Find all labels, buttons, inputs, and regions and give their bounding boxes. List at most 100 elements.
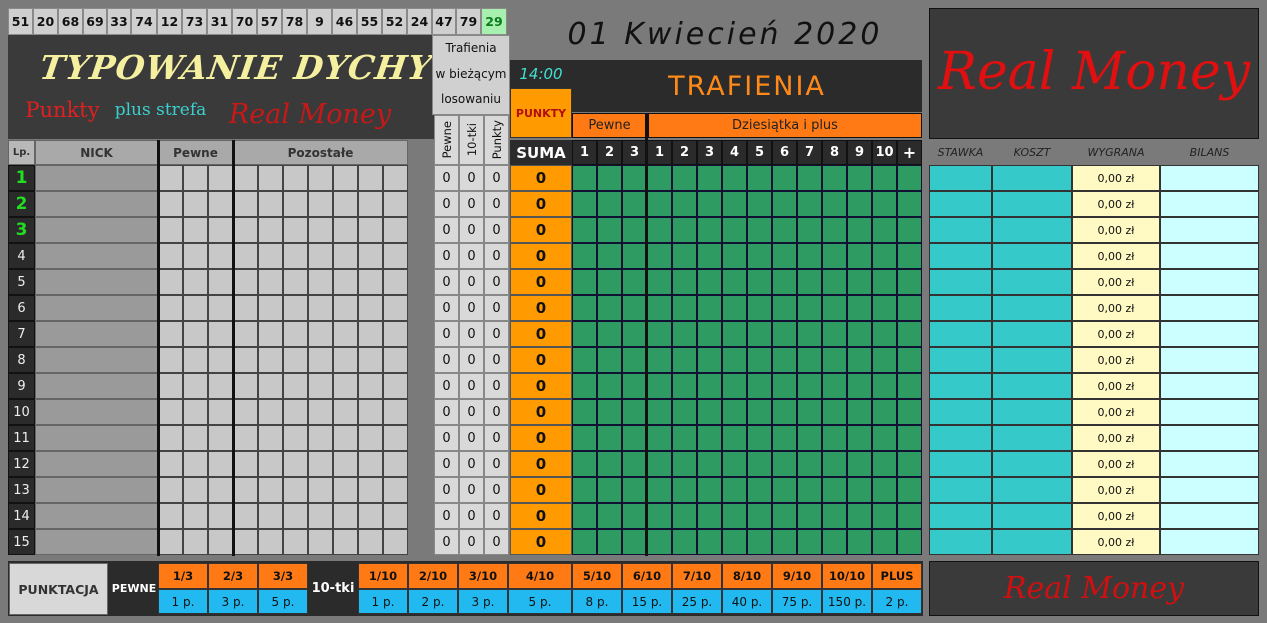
pick-cell[interactable] [308, 347, 333, 373]
koszt-cell[interactable] [992, 165, 1072, 191]
pick-cell[interactable] [308, 243, 333, 269]
pick-cell[interactable] [208, 347, 233, 373]
pick-cell[interactable] [283, 425, 308, 451]
pick-cell[interactable] [308, 295, 333, 321]
pick-cell[interactable] [333, 321, 358, 347]
stawka-cell[interactable] [929, 477, 992, 503]
pick-cell[interactable] [383, 425, 408, 451]
pick-cell[interactable] [258, 321, 283, 347]
pick-cell[interactable] [208, 243, 233, 269]
koszt-cell[interactable] [992, 347, 1072, 373]
koszt-cell[interactable] [992, 217, 1072, 243]
pick-cell[interactable] [308, 269, 333, 295]
pick-cell[interactable] [183, 451, 208, 477]
pick-cell[interactable] [233, 191, 258, 217]
koszt-cell[interactable] [992, 373, 1072, 399]
pick-cell[interactable] [258, 243, 283, 269]
pick-cell[interactable] [383, 295, 408, 321]
pick-cell[interactable] [308, 503, 333, 529]
pick-cell[interactable] [283, 243, 308, 269]
pick-cell[interactable] [283, 217, 308, 243]
pick-cell[interactable] [158, 295, 183, 321]
koszt-cell[interactable] [992, 295, 1072, 321]
pick-cell[interactable] [283, 191, 308, 217]
pick-cell[interactable] [283, 165, 308, 191]
pick-cell[interactable] [158, 269, 183, 295]
pick-cell[interactable] [283, 451, 308, 477]
pick-cell[interactable] [258, 477, 283, 503]
nick-input[interactable] [35, 451, 158, 477]
pick-cell[interactable] [158, 165, 183, 191]
pick-cell[interactable] [183, 477, 208, 503]
pick-cell[interactable] [308, 451, 333, 477]
pick-cell[interactable] [333, 217, 358, 243]
nick-input[interactable] [35, 191, 158, 217]
pick-cell[interactable] [233, 295, 258, 321]
pick-cell[interactable] [183, 373, 208, 399]
pick-cell[interactable] [233, 347, 258, 373]
koszt-cell[interactable] [992, 477, 1072, 503]
pick-cell[interactable] [258, 347, 283, 373]
pick-cell[interactable] [183, 321, 208, 347]
pick-cell[interactable] [383, 243, 408, 269]
nick-input[interactable] [35, 503, 158, 529]
pick-cell[interactable] [308, 477, 333, 503]
nick-input[interactable] [35, 165, 158, 191]
pick-cell[interactable] [383, 165, 408, 191]
stawka-cell[interactable] [929, 347, 992, 373]
pick-cell[interactable] [158, 529, 183, 555]
pick-cell[interactable] [208, 321, 233, 347]
pick-cell[interactable] [258, 399, 283, 425]
pick-cell[interactable] [358, 217, 383, 243]
stawka-cell[interactable] [929, 243, 992, 269]
pick-cell[interactable] [158, 425, 183, 451]
pick-cell[interactable] [258, 165, 283, 191]
pick-cell[interactable] [183, 243, 208, 269]
pick-cell[interactable] [208, 503, 233, 529]
pick-cell[interactable] [383, 269, 408, 295]
pick-cell[interactable] [333, 165, 358, 191]
pick-cell[interactable] [358, 477, 383, 503]
stawka-cell[interactable] [929, 191, 992, 217]
stawka-cell[interactable] [929, 373, 992, 399]
pick-cell[interactable] [158, 399, 183, 425]
pick-cell[interactable] [233, 217, 258, 243]
pick-cell[interactable] [383, 321, 408, 347]
pick-cell[interactable] [283, 477, 308, 503]
pick-cell[interactable] [333, 373, 358, 399]
nick-input[interactable] [35, 373, 158, 399]
koszt-cell[interactable] [992, 321, 1072, 347]
pick-cell[interactable] [333, 425, 358, 451]
pick-cell[interactable] [333, 451, 358, 477]
pick-cell[interactable] [233, 269, 258, 295]
pick-cell[interactable] [383, 373, 408, 399]
nick-input[interactable] [35, 217, 158, 243]
pick-cell[interactable] [233, 399, 258, 425]
pick-cell[interactable] [383, 399, 408, 425]
pick-cell[interactable] [208, 191, 233, 217]
pick-cell[interactable] [358, 451, 383, 477]
pick-cell[interactable] [283, 295, 308, 321]
nick-input[interactable] [35, 529, 158, 555]
pick-cell[interactable] [183, 347, 208, 373]
pick-cell[interactable] [183, 503, 208, 529]
stawka-cell[interactable] [929, 269, 992, 295]
stawka-cell[interactable] [929, 295, 992, 321]
pick-cell[interactable] [308, 529, 333, 555]
pick-cell[interactable] [233, 529, 258, 555]
pick-cell[interactable] [183, 165, 208, 191]
pick-cell[interactable] [358, 243, 383, 269]
pick-cell[interactable] [333, 529, 358, 555]
pick-cell[interactable] [333, 191, 358, 217]
pick-cell[interactable] [333, 503, 358, 529]
stawka-cell[interactable] [929, 503, 992, 529]
pick-cell[interactable] [358, 503, 383, 529]
pick-cell[interactable] [383, 217, 408, 243]
pick-cell[interactable] [208, 451, 233, 477]
nick-input[interactable] [35, 243, 158, 269]
pick-cell[interactable] [308, 425, 333, 451]
pick-cell[interactable] [158, 373, 183, 399]
pick-cell[interactable] [183, 295, 208, 321]
pick-cell[interactable] [283, 399, 308, 425]
pick-cell[interactable] [383, 529, 408, 555]
